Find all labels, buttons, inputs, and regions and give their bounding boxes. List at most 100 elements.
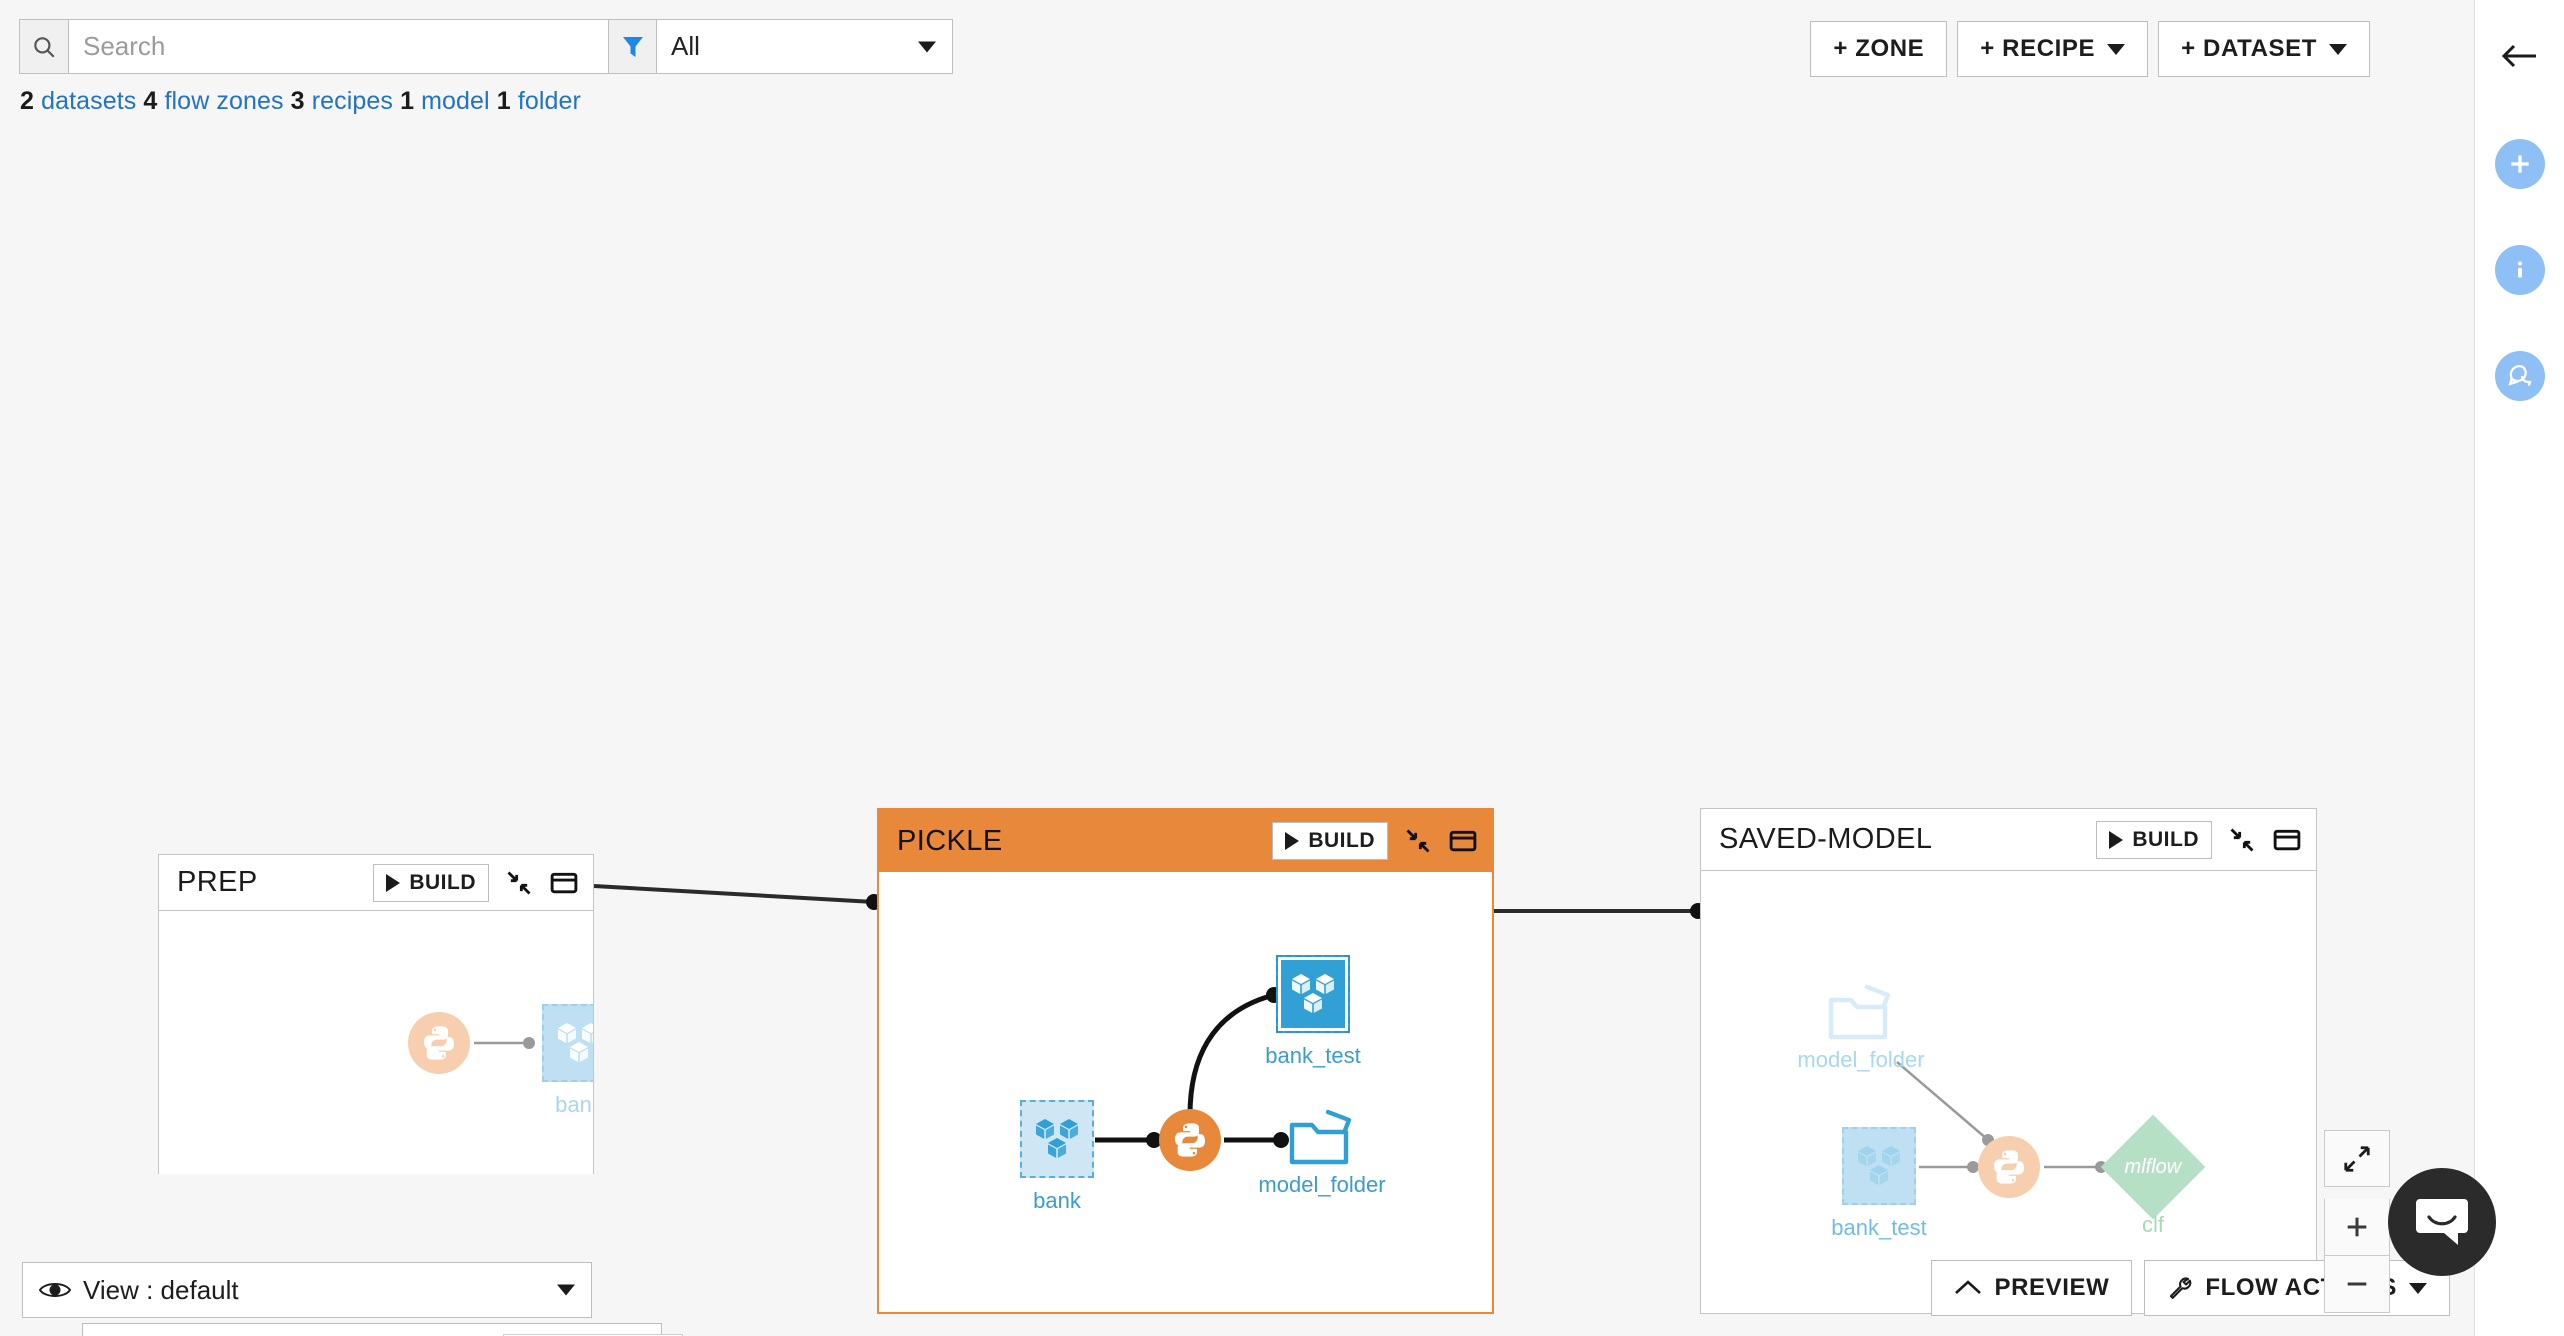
- zone-pickle-header: PICKLE BUILD: [879, 810, 1492, 872]
- filter-select[interactable]: All: [656, 19, 953, 74]
- python-recipe-shape: [408, 1012, 470, 1074]
- dataset-icon: [1276, 955, 1350, 1033]
- zone-prep-build-button[interactable]: BUILD: [373, 863, 489, 902]
- mlflow-badge: mlflow: [2124, 1155, 2182, 1178]
- chevron-up-icon: [1955, 1280, 1982, 1294]
- node-saved-model-clf-label: clf: [2142, 1212, 2164, 1237]
- zone-saved-model-build-button[interactable]: BUILD: [2096, 820, 2212, 859]
- zone-prep[interactable]: PREP BUILD ban: [158, 854, 594, 1174]
- view-select[interactable]: View : default: [22, 1262, 592, 1318]
- python-icon: [408, 1012, 470, 1074]
- flow-actions-button[interactable]: FLOW ACTIONS: [2144, 1260, 2450, 1316]
- dataset-icon: [1842, 1127, 1916, 1205]
- plus-icon: [2494, 139, 2545, 189]
- zone-prep-header: PREP BUILD: [159, 855, 593, 911]
- dataset-shape: [542, 1004, 593, 1082]
- mlflow-icon: mlflow: [2100, 1114, 2206, 1220]
- stat-count-1: 4: [143, 87, 158, 115]
- flow-stats: 2 datasets 4 flow zones 3 recipes 1 mode…: [20, 87, 581, 116]
- window-icon[interactable]: [2272, 825, 2302, 855]
- node-pickle-bank-label: bank: [1033, 1188, 1081, 1213]
- flow-page: All 2 datasets 4 flow zones 3 recipes 1 …: [0, 0, 2564, 1336]
- dataset-shape: [1020, 1100, 1094, 1178]
- preview-label: PREVIEW: [1994, 1274, 2110, 1301]
- fit-screen-icon: [2344, 1145, 2370, 1172]
- right-rail: [2474, 0, 2564, 1336]
- rail-info-button[interactable]: [2492, 242, 2548, 298]
- zone-saved-model-header: SAVED-MODEL BUILD: [1701, 809, 2316, 871]
- arrow-left-icon: [2501, 44, 2536, 68]
- zoom-controls: [2324, 1130, 2390, 1313]
- chevron-down-icon: [918, 41, 936, 52]
- play-icon: [2109, 830, 2124, 849]
- zone-prep-build-label: BUILD: [409, 870, 476, 894]
- window-icon[interactable]: [1448, 826, 1478, 856]
- folder-icon: [1828, 984, 1891, 1040]
- dataset-shape: [1842, 1127, 1916, 1205]
- node-saved-model-bank-test-label: bank_test: [1831, 1215, 1927, 1240]
- python-recipe-shape: [1159, 1109, 1221, 1171]
- zone-prep-tools: BUILD: [373, 863, 579, 902]
- zone-saved-model-build-label: BUILD: [2132, 827, 2199, 851]
- node-pickle-bank-test-label: bank_test: [1265, 1043, 1361, 1068]
- eye-icon: [39, 1283, 71, 1297]
- stat-count-3: 1: [400, 87, 415, 115]
- add-recipe-button[interactable]: + RECIPE: [1957, 21, 2149, 77]
- zone-saved-model-title: SAVED-MODEL: [1719, 823, 1933, 855]
- search-input[interactable]: [68, 19, 628, 74]
- zone-prep-body[interactable]: bank: [159, 911, 593, 1174]
- intercom-launcher[interactable]: [2388, 1168, 2496, 1276]
- rail-back-button[interactable]: [2492, 28, 2548, 84]
- add-zone-label: + ZONE: [1833, 35, 1925, 62]
- chat-smile-icon: [2416, 1199, 2468, 1245]
- zone-saved-model-body[interactable]: model_folder bank_test mlflow clf: [1701, 871, 2316, 1311]
- zone-pickle-build-button[interactable]: BUILD: [1272, 822, 1388, 860]
- stat-label-1[interactable]: flow zones: [164, 87, 283, 115]
- python-icon: [1159, 1109, 1221, 1171]
- dataset-icon: [542, 1004, 593, 1082]
- search-group: [19, 19, 628, 74]
- add-dataset-button[interactable]: + DATASET: [2158, 21, 2370, 77]
- window-icon[interactable]: [549, 868, 579, 898]
- top-actions: + ZONE + RECIPE + DATASET: [1810, 21, 2370, 77]
- collapse-arrows-icon[interactable]: [2228, 826, 2256, 854]
- filter-group: All: [608, 19, 953, 74]
- zone-pickle-title: PICKLE: [897, 824, 1003, 857]
- zone-saved-model[interactable]: SAVED-MODEL BUILD model_folder bank_test…: [1700, 808, 2317, 1314]
- stat-label-3[interactable]: model: [421, 87, 490, 115]
- chat-bubbles-icon: [2494, 351, 2545, 401]
- zoom-out-button[interactable]: [2324, 1256, 2390, 1313]
- minus-icon: [2347, 1282, 2367, 1286]
- chevron-down-icon: [2329, 43, 2347, 55]
- zone-pickle-body[interactable]: bank bank_test model_folder: [879, 872, 1492, 1312]
- stat-label-2[interactable]: recipes: [312, 87, 393, 115]
- folder-icon: [1289, 1109, 1352, 1165]
- collapse-arrows-icon[interactable]: [1404, 827, 1432, 855]
- preview-button[interactable]: PREVIEW: [1931, 1260, 2133, 1316]
- chevron-down-icon: [2409, 1282, 2427, 1294]
- zone-pickle[interactable]: PICKLE BUILD bank bank_test model_folder: [877, 808, 1494, 1314]
- zone-pickle-build-label: BUILD: [1308, 829, 1375, 852]
- dataset-icon: [1020, 1100, 1094, 1178]
- flow-canvas[interactable]: PREP BUILD ban PICKLE BUILD bank bank_te…: [0, 148, 2474, 1336]
- funnel-filter-icon: [608, 19, 656, 74]
- bottom-panel-peek[interactable]: [82, 1323, 683, 1336]
- collapse-arrows-icon[interactable]: [505, 869, 533, 897]
- add-dataset-label: + DATASET: [2181, 35, 2317, 62]
- add-zone-button[interactable]: + ZONE: [1810, 21, 1948, 77]
- zoom-in-button[interactable]: [2324, 1199, 2390, 1256]
- zoom-fit-button[interactable]: [2324, 1130, 2390, 1187]
- play-icon: [386, 873, 401, 892]
- folder-shape: [1287, 1106, 1357, 1173]
- top-toolbar: All 2 datasets 4 flow zones 3 recipes 1 …: [0, 0, 2474, 148]
- view-select-label: View : default: [83, 1274, 239, 1305]
- rail-discussions-button[interactable]: [2492, 348, 2548, 404]
- mlflow-model-shape: mlflow: [2100, 1114, 2206, 1220]
- stat-label-4[interactable]: folder: [518, 87, 581, 115]
- rail-add-button[interactable]: [2492, 136, 2548, 192]
- stat-label-0[interactable]: datasets: [41, 87, 136, 115]
- info-icon: [2494, 245, 2545, 295]
- play-icon: [1285, 832, 1300, 850]
- python-icon: [1978, 1136, 2040, 1198]
- zone-prep-title: PREP: [177, 866, 258, 898]
